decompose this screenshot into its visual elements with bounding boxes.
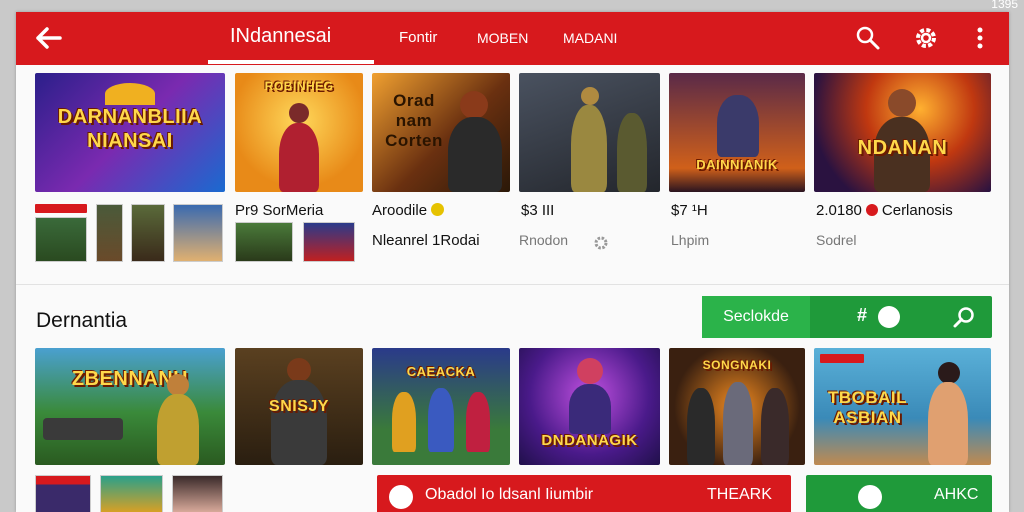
gear-icon[interactable]	[912, 24, 940, 52]
game-tile[interactable]: TBOBAIL ASBIAN	[814, 348, 991, 465]
game-tile[interactable]: NDANAN	[814, 73, 991, 192]
thumbnail[interactable]	[173, 204, 223, 262]
thumbnail[interactable]	[303, 222, 355, 262]
red-action-label: Obadol Io ldsanl Iiumbir	[425, 486, 594, 503]
red-badge	[35, 204, 87, 213]
game-tile[interactable]: SNISJY	[235, 348, 363, 465]
back-arrow-icon[interactable]	[34, 25, 64, 51]
tab-moben[interactable]: MOBEN	[477, 30, 528, 46]
game-subtitle: Sodrel	[816, 232, 857, 248]
game-subtitle: Lhpim	[671, 232, 710, 248]
tile-title: TBOBAIL ASBIAN	[827, 388, 908, 427]
section-search-button[interactable]: Seclokde #	[702, 296, 992, 338]
tab-madani[interactable]: MADANI	[563, 30, 617, 46]
thumbnail[interactable]	[35, 217, 87, 262]
game-price: $7 ¹H	[671, 202, 708, 219]
red-dot-icon	[865, 204, 878, 216]
tile-title: NDANAN	[857, 137, 948, 159]
red-action-button[interactable]: Obadol Io ldsanl Iiumbir THEARK	[377, 475, 791, 512]
status-bar: 1395	[0, 0, 1024, 12]
hash-icon: #	[857, 305, 868, 325]
game-tile[interactable]: DARNANBLIIA NIANSAI	[35, 73, 225, 192]
coin-icon	[431, 203, 445, 216]
red-badge	[820, 354, 864, 363]
more-options-icon[interactable]	[966, 24, 994, 52]
tile-title: Orad nam Corten	[385, 91, 443, 150]
gear-small-icon	[594, 236, 608, 250]
section-search-label: Seclokde	[702, 296, 810, 338]
status-time: 1395	[991, 0, 1018, 11]
tile-title: DARNANBLIIA NIANSAI	[57, 106, 203, 152]
thumbnail[interactable]	[131, 204, 165, 262]
tab-indannesai[interactable]: INdannesai	[230, 25, 331, 48]
heart-icon	[389, 485, 413, 509]
game-name: Pr9 SorMeria	[235, 202, 324, 219]
game-tile[interactable]: SONGNAKI	[669, 348, 805, 465]
game-tile[interactable]	[519, 73, 660, 192]
tile-title: SNISJY	[269, 398, 329, 415]
game-tile[interactable]: CAEACKA	[372, 348, 510, 465]
search-icon[interactable]	[952, 304, 978, 330]
check-icon	[858, 485, 882, 509]
game-stat-label: Cerlanosis	[881, 202, 953, 219]
search-icon[interactable]	[854, 24, 882, 52]
thumbnail[interactable]	[100, 475, 163, 512]
green-action-label: AHKC	[934, 486, 979, 503]
game-subtitle: Nleanrel 1Rodai	[372, 232, 480, 249]
thumbnail[interactable]	[172, 475, 223, 512]
tile-title: ROBINHEG	[264, 79, 334, 93]
game-subtitle: Rnodon	[519, 232, 569, 248]
game-name: Aroodile	[372, 202, 445, 219]
thumbnail[interactable]	[96, 204, 123, 262]
app-window: INdannesai Fontir MOBEN MADANI DARNANBLI…	[16, 12, 1009, 512]
active-tab-indicator	[208, 60, 374, 64]
section-divider	[16, 284, 1009, 285]
red-action-right-label: THEARK	[707, 486, 772, 503]
tile-title: SONGNAKI	[702, 358, 772, 372]
tile-title: CAEACKA	[406, 364, 476, 379]
game-tile[interactable]: DNDANAGIK	[519, 348, 660, 465]
tile-title: DAINNIANIK	[696, 157, 778, 172]
game-stat: 2.0180 Cerlanosis	[816, 202, 953, 219]
tab-fontir[interactable]: Fontir	[399, 29, 437, 46]
game-tile[interactable]: ZBENNANH	[35, 348, 225, 465]
thumbnail[interactable]	[235, 222, 293, 262]
thumbnail[interactable]	[35, 475, 91, 512]
game-tile[interactable]: ROBINHEG	[235, 73, 363, 192]
game-tile[interactable]: DAINNIANIK	[669, 73, 805, 192]
game-stat-number: 2.0180	[816, 202, 862, 219]
content-area: DARNANBLIIA NIANSAI ROBINHEG Orad nam Co…	[16, 65, 1009, 512]
tile-title: ZBENNANH	[71, 368, 189, 390]
game-tile[interactable]: Orad nam Corten	[372, 73, 510, 192]
app-bar: INdannesai Fontir MOBEN MADANI	[16, 12, 1009, 65]
green-action-button[interactable]: AHKC	[806, 475, 992, 512]
check-circle-icon	[878, 306, 900, 328]
game-price: $3 III	[521, 202, 555, 219]
game-name-text: Aroodile	[372, 202, 428, 219]
tile-title: DNDANAGIK	[541, 432, 638, 449]
section-title: Dernantia	[36, 309, 128, 332]
